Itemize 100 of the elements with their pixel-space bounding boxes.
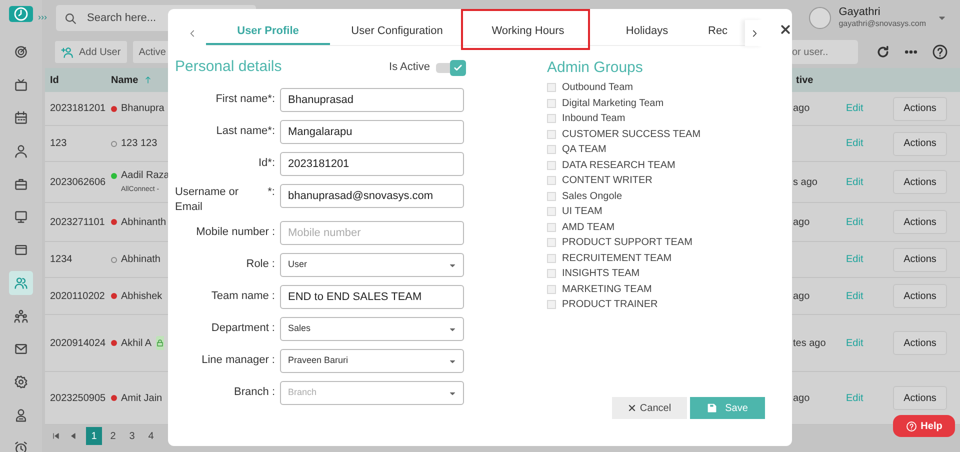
tab[interactable]: Working Hours bbox=[464, 20, 592, 45]
checkbox-label: DATA RESEARCH TEAM bbox=[562, 158, 676, 173]
actions-button[interactable]: Actions bbox=[893, 96, 947, 120]
sidebar-item[interactable] bbox=[9, 271, 33, 295]
field-label: Username or Email bbox=[175, 185, 240, 215]
clock-icon bbox=[13, 6, 29, 22]
help-button[interactable]: Help bbox=[893, 415, 955, 437]
text-field[interactable]: Mobile number bbox=[280, 221, 464, 245]
column-header: Id bbox=[49, 74, 60, 88]
page-button[interactable]: 2 bbox=[105, 427, 121, 445]
text-field[interactable]: Bhanuprasad bbox=[280, 88, 464, 112]
checkbox[interactable] bbox=[547, 130, 556, 139]
mail-icon bbox=[14, 342, 28, 356]
caret-icon bbox=[449, 358, 456, 364]
actions-button[interactable]: Actions bbox=[893, 210, 947, 234]
dropdown-value: Branch bbox=[288, 386, 317, 400]
check-icon bbox=[453, 62, 463, 72]
checkbox[interactable] bbox=[547, 160, 556, 170]
search-field[interactable]: or user.. bbox=[790, 40, 858, 64]
target-icon bbox=[14, 45, 28, 59]
field-label: Id*: bbox=[258, 156, 275, 171]
column-header: tive bbox=[795, 74, 814, 88]
actions-button[interactable]: Actions bbox=[893, 132, 947, 156]
last-active: tes ago bbox=[793, 336, 827, 350]
field-label: Last name*: bbox=[216, 124, 275, 139]
checkbox-label: PRODUCT TRAINER bbox=[562, 298, 658, 312]
previous-page-icon[interactable] bbox=[69, 432, 77, 440]
checkbox[interactable] bbox=[547, 145, 556, 154]
checkbox-label: Inbound Team bbox=[562, 112, 626, 126]
last-active: s ago bbox=[793, 176, 818, 190]
checkbox-label: PRODUCT SUPPORT TEAM bbox=[562, 236, 692, 250]
checkbox-label: UI TEAM bbox=[562, 205, 602, 220]
column-header: Name bbox=[111, 74, 138, 88]
checkbox[interactable] bbox=[547, 83, 556, 92]
actions-button[interactable]: Actions bbox=[893, 331, 947, 355]
dropdown[interactable]: Sales bbox=[280, 317, 464, 341]
team-icon bbox=[14, 309, 28, 323]
checkbox[interactable] bbox=[547, 192, 556, 201]
table-cell-text: 123 bbox=[49, 137, 68, 151]
dropdown[interactable]: User bbox=[280, 253, 464, 277]
actions-button[interactable]: Actions bbox=[893, 248, 947, 272]
table-cell-text: 2023250905 bbox=[49, 392, 107, 406]
actions-button[interactable]: Actions bbox=[893, 386, 947, 410]
table-cell-text: 2023271101 bbox=[49, 216, 106, 230]
required-mark: *: bbox=[268, 185, 275, 200]
refresh-icon[interactable] bbox=[876, 45, 890, 59]
text-field[interactable]: END to END SALES TEAM bbox=[280, 285, 464, 309]
card-icon bbox=[14, 243, 28, 257]
field-label: Department : bbox=[211, 321, 275, 336]
first-page-icon[interactable] bbox=[52, 432, 60, 440]
checkbox[interactable] bbox=[547, 269, 556, 278]
checkbox[interactable] bbox=[547, 207, 556, 216]
table-cell-text: 2020914024 bbox=[49, 336, 107, 350]
user-name: Gayathri bbox=[838, 6, 882, 18]
section-title: Admin Groups bbox=[547, 58, 644, 78]
actions-button[interactable]: Actions bbox=[893, 284, 947, 308]
checkbox-label: Digital Marketing Team bbox=[562, 96, 664, 111]
tab[interactable]: User Configuration bbox=[330, 20, 464, 45]
help-icon bbox=[906, 420, 917, 432]
checkbox[interactable] bbox=[547, 254, 556, 263]
checkbox-label: QA TEAM bbox=[562, 143, 606, 158]
user-email: gayathri@snovasys.com bbox=[838, 18, 926, 30]
checkbox-label: CONTENT WRITER bbox=[562, 174, 652, 188]
monitor-icon bbox=[14, 210, 28, 224]
caret-icon[interactable] bbox=[938, 14, 946, 22]
briefcase-icon bbox=[14, 177, 28, 191]
checkbox-label: MARKETING TEAM bbox=[562, 282, 652, 297]
text-field[interactable]: Mangalarapu bbox=[280, 120, 464, 144]
checkbox[interactable] bbox=[547, 222, 556, 232]
toggle-label: Is Active bbox=[389, 60, 430, 76]
field-label: Mobile number : bbox=[196, 225, 275, 240]
last-active: ago bbox=[793, 290, 811, 304]
add-user-button[interactable]: Add User bbox=[54, 40, 128, 64]
actions-button[interactable]: Actions bbox=[893, 170, 947, 194]
page-button[interactable]: 1 bbox=[86, 427, 102, 445]
sort-up-icon[interactable] bbox=[144, 76, 152, 84]
page-button[interactable]: 4 bbox=[143, 427, 159, 445]
checkbox[interactable] bbox=[547, 238, 556, 248]
tab[interactable]: Rec bbox=[702, 20, 745, 45]
page-button[interactable]: 3 bbox=[124, 427, 140, 445]
text-field[interactable]: bhanuprasad@snovasys.com bbox=[280, 184, 464, 208]
user-badge-icon bbox=[14, 408, 28, 422]
is-active-toggle[interactable] bbox=[436, 60, 466, 76]
tab[interactable]: Holidays bbox=[592, 20, 702, 45]
checkbox-label: Outbound Team bbox=[562, 81, 633, 96]
user-name: Akhil A bbox=[121, 336, 152, 350]
checkbox-label: RECRUITEMENT TEAM bbox=[562, 252, 672, 266]
table-cell-text: 2023181201 bbox=[49, 102, 107, 116]
person-icon bbox=[14, 144, 28, 158]
checkbox[interactable] bbox=[547, 300, 556, 310]
text-field[interactable]: 2023181201 bbox=[280, 152, 464, 176]
help-icon[interactable] bbox=[932, 44, 948, 60]
user-name: Bhanupra bbox=[121, 102, 164, 116]
checkbox[interactable] bbox=[547, 98, 556, 108]
checkbox[interactable] bbox=[547, 114, 556, 124]
checkbox[interactable] bbox=[547, 176, 556, 186]
checkbox[interactable] bbox=[547, 284, 556, 294]
cancel-button[interactable]: Cancel bbox=[612, 397, 687, 419]
dropdown[interactable]: Praveen Baruri bbox=[280, 349, 464, 373]
user-name: Amit Jain bbox=[121, 392, 162, 406]
